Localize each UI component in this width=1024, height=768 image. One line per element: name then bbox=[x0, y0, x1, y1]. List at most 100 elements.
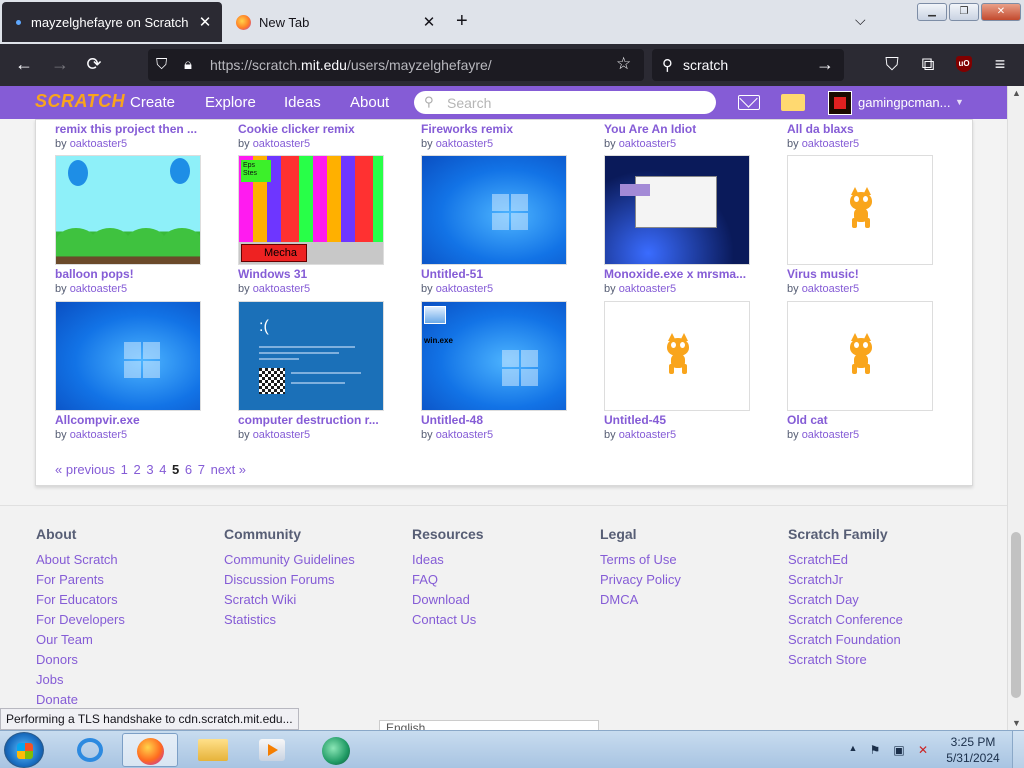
tray-expand-icon[interactable]: ▲ bbox=[846, 743, 860, 757]
project-thumbnail[interactable] bbox=[55, 155, 201, 265]
caret-down-icon[interactable]: ▼ bbox=[955, 97, 964, 107]
close-icon[interactable]: ✕ bbox=[194, 13, 216, 31]
page-link-3[interactable]: 3 bbox=[146, 462, 153, 477]
project-title[interactable]: Cookie clicker remix bbox=[238, 122, 388, 136]
project-title[interactable]: Untitled-51 bbox=[421, 267, 571, 281]
pagination-previous[interactable]: « previous bbox=[55, 462, 115, 477]
footer-link[interactable]: Donors bbox=[36, 650, 125, 670]
project-card[interactable]: Eps Stes Mecha Windows 31 by oaktoaster5 bbox=[238, 155, 388, 295]
project-title[interactable]: computer destruction r... bbox=[238, 413, 388, 427]
close-icon[interactable]: ✕ bbox=[418, 13, 440, 31]
project-title[interactable]: Fireworks remix bbox=[421, 122, 571, 136]
scroll-down-arrow-icon[interactable]: ▼ bbox=[1008, 718, 1024, 728]
project-title[interactable]: Allcompvir.exe bbox=[55, 413, 205, 427]
project-title[interactable]: balloon pops! bbox=[55, 267, 205, 281]
footer-link[interactable]: Scratch Foundation bbox=[788, 630, 903, 650]
author-link[interactable]: oaktoaster5 bbox=[253, 283, 310, 295]
footer-link[interactable]: Scratch Day bbox=[788, 590, 903, 610]
taskbar-app[interactable] bbox=[308, 733, 364, 767]
author-link[interactable]: oaktoaster5 bbox=[70, 283, 127, 295]
nav-ideas[interactable]: Ideas bbox=[284, 94, 321, 111]
project-title[interactable]: Monoxide.exe x mrsma... bbox=[604, 267, 754, 281]
project-thumbnail[interactable] bbox=[787, 155, 933, 265]
project-card[interactable]: Cookie clicker remix by oaktoaster5 bbox=[238, 120, 388, 150]
author-link[interactable]: oaktoaster5 bbox=[70, 429, 127, 441]
pocket-icon[interactable]: ⛉ bbox=[880, 54, 904, 75]
project-card[interactable]: :( computer destruction r... by oaktoast… bbox=[238, 301, 388, 441]
taskbar-media-player[interactable] bbox=[244, 733, 300, 767]
messages-mail-icon[interactable] bbox=[738, 95, 760, 110]
footer-link[interactable]: FAQ bbox=[412, 570, 484, 590]
project-thumbnail[interactable] bbox=[604, 155, 750, 265]
project-card[interactable]: win.exe Untitled-48 by oaktoaster5 bbox=[421, 301, 571, 441]
author-link[interactable]: oaktoaster5 bbox=[70, 138, 127, 150]
footer-link[interactable]: Terms of Use bbox=[600, 550, 681, 570]
scratch-logo[interactable]: SCRATCH bbox=[35, 91, 125, 112]
author-link[interactable]: oaktoaster5 bbox=[253, 138, 310, 150]
back-arrow-icon[interactable]: ← bbox=[12, 54, 36, 75]
start-button[interactable] bbox=[4, 732, 44, 768]
scratch-search-input[interactable]: ⚲ Search bbox=[414, 91, 716, 114]
author-link[interactable]: oaktoaster5 bbox=[802, 429, 859, 441]
project-thumbnail[interactable] bbox=[421, 155, 567, 265]
footer-link[interactable]: Privacy Policy bbox=[600, 570, 681, 590]
footer-link[interactable]: Scratch Wiki bbox=[224, 590, 355, 610]
nav-create[interactable]: Create bbox=[130, 94, 175, 111]
footer-link[interactable]: DMCA bbox=[600, 590, 681, 610]
author-link[interactable]: oaktoaster5 bbox=[619, 283, 676, 295]
pagination-next[interactable]: next » bbox=[211, 462, 246, 477]
footer-link[interactable]: ScratchEd bbox=[788, 550, 903, 570]
project-card[interactable]: All da blaxs by oaktoaster5 bbox=[787, 120, 937, 150]
author-link[interactable]: oaktoaster5 bbox=[436, 429, 493, 441]
taskbar-file-explorer[interactable] bbox=[184, 733, 240, 767]
clock[interactable]: 3:25 PM 5/31/2024 bbox=[940, 734, 1006, 766]
project-card[interactable]: remix this project then ... by oaktoaste… bbox=[55, 120, 205, 150]
url-bar[interactable]: ⛉ 🔒︎ https://scratch.mit.edu/users/mayze… bbox=[148, 49, 644, 81]
project-title[interactable]: Virus music! bbox=[787, 267, 937, 281]
footer-link[interactable]: Community Guidelines bbox=[224, 550, 355, 570]
account-username[interactable]: gamingpcman... bbox=[858, 95, 951, 110]
page-link-6[interactable]: 6 bbox=[185, 462, 192, 477]
taskbar-firefox[interactable] bbox=[122, 733, 178, 767]
star-bookmark-icon[interactable]: ☆ bbox=[616, 54, 631, 74]
project-card[interactable]: You Are An Idiot by oaktoaster5 bbox=[604, 120, 754, 150]
scroll-thumb[interactable] bbox=[1011, 532, 1021, 698]
network-icon[interactable]: ▣ bbox=[892, 743, 906, 757]
extensions-puzzle-icon[interactable]: ⧉ bbox=[916, 54, 940, 75]
minimize-button[interactable]: ▁ bbox=[917, 3, 947, 21]
search-input[interactable]: scratch bbox=[683, 57, 728, 73]
show-desktop-button[interactable] bbox=[1012, 731, 1024, 768]
author-link[interactable]: oaktoaster5 bbox=[802, 138, 859, 150]
footer-link[interactable]: About Scratch bbox=[36, 550, 125, 570]
restore-button[interactable]: ❐ bbox=[949, 3, 979, 21]
avatar[interactable] bbox=[828, 91, 852, 115]
project-card[interactable]: Untitled-51 by oaktoaster5 bbox=[421, 155, 571, 295]
project-title[interactable]: Untitled-48 bbox=[421, 413, 571, 427]
project-title[interactable]: Windows 31 bbox=[238, 267, 388, 281]
footer-link[interactable]: For Parents bbox=[36, 570, 125, 590]
project-thumbnail[interactable]: Eps Stes Mecha bbox=[238, 155, 384, 265]
page-link-2[interactable]: 2 bbox=[133, 462, 140, 477]
footer-link[interactable]: Discussion Forums bbox=[224, 570, 355, 590]
footer-link[interactable]: Ideas bbox=[412, 550, 484, 570]
footer-link[interactable]: Our Team bbox=[36, 630, 125, 650]
menu-hamburger-icon[interactable]: ≡ bbox=[988, 54, 1012, 75]
project-thumbnail[interactable]: :( bbox=[238, 301, 384, 411]
author-link[interactable]: oaktoaster5 bbox=[436, 283, 493, 295]
project-card[interactable]: Virus music! by oaktoaster5 bbox=[787, 155, 937, 295]
footer-link[interactable]: Contact Us bbox=[412, 610, 484, 630]
footer-link[interactable]: ScratchJr bbox=[788, 570, 903, 590]
author-link[interactable]: oaktoaster5 bbox=[253, 429, 310, 441]
project-card[interactable]: Allcompvir.exe by oaktoaster5 bbox=[55, 301, 205, 441]
ublock-origin-icon[interactable]: uO bbox=[956, 56, 972, 72]
project-card[interactable]: Monoxide.exe x mrsma... by oaktoaster5 bbox=[604, 155, 754, 295]
project-title[interactable]: You Are An Idiot bbox=[604, 122, 754, 136]
search-go-arrow-icon[interactable]: → bbox=[816, 54, 834, 75]
lock-icon[interactable]: 🔒︎ bbox=[184, 56, 192, 73]
page-scrollbar[interactable]: ▲ ▼ bbox=[1007, 86, 1024, 730]
page-link-1[interactable]: 1 bbox=[121, 462, 128, 477]
window-close-button[interactable]: ✕ bbox=[981, 3, 1021, 21]
project-thumbnail[interactable] bbox=[604, 301, 750, 411]
taskbar-internet-explorer[interactable] bbox=[62, 733, 118, 767]
nav-explore[interactable]: Explore bbox=[205, 94, 256, 111]
